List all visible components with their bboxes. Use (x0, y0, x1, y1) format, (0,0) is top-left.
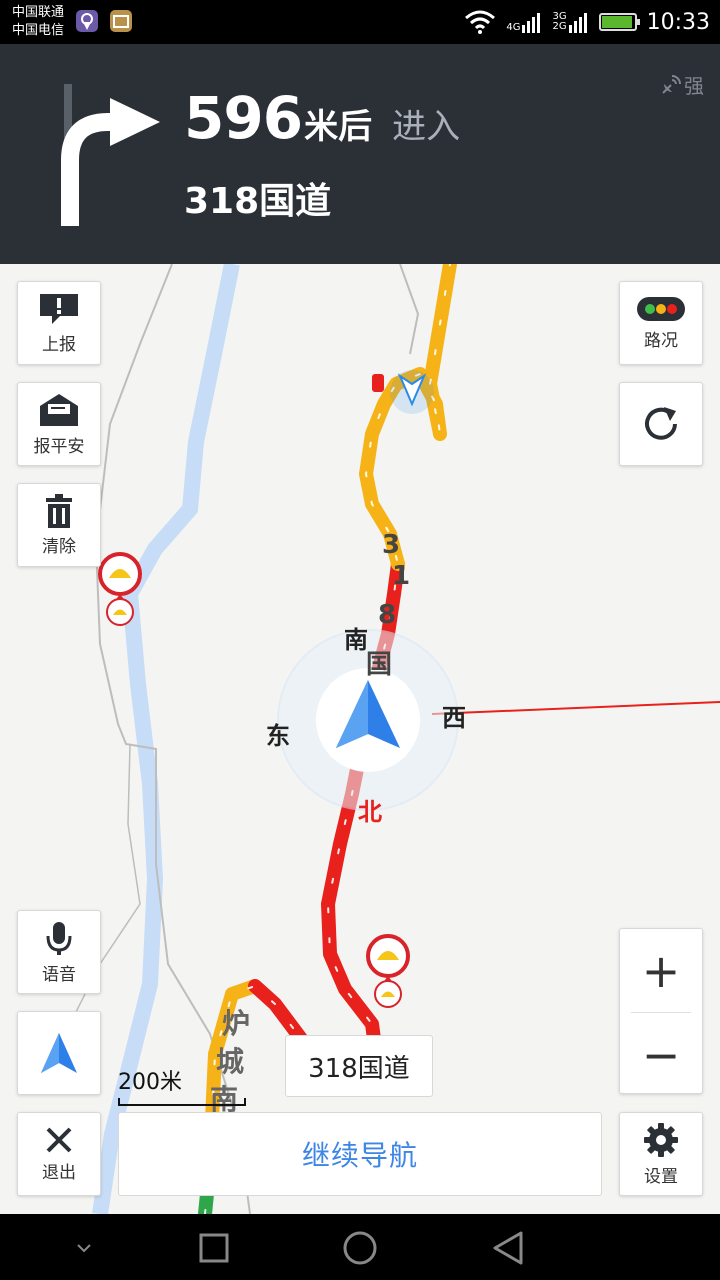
navigation-arrow-icon (41, 1033, 77, 1073)
battery-level (601, 16, 632, 28)
minor-road (399, 264, 420, 355)
minor-road (59, 743, 141, 1045)
report-safe-button[interactable]: 报平安 (17, 382, 101, 466)
battery-icon (598, 13, 640, 31)
location-app-icon (76, 10, 98, 32)
zoom-out-button[interactable]: − (620, 1013, 702, 1096)
network-type-1: 4G (506, 22, 521, 33)
road-text-318-guo: 国 (366, 650, 393, 680)
traffic-button[interactable]: 路况 (619, 281, 703, 365)
continue-navigation-button[interactable]: 继续导航 (118, 1112, 602, 1196)
zoom-control: + − (619, 928, 703, 1094)
network-type-2b: 2G (552, 21, 567, 32)
system-nav-bar (0, 1214, 720, 1280)
settings-button[interactable]: 设置 (619, 1112, 703, 1196)
circle-icon[interactable] (340, 1228, 380, 1268)
scale-bar (118, 1098, 246, 1106)
clock: 10:33 (646, 9, 710, 35)
map-scale: 200米 (118, 1064, 246, 1106)
road-text-318-8: 8 (378, 600, 397, 630)
current-road-label: 318国道 (285, 1035, 433, 1097)
road-text-318-3: 3 (382, 530, 401, 560)
distance-info: 596 米后 进入 (184, 84, 460, 152)
traffic-label: 路况 (644, 330, 678, 351)
signal-2-icon: 3G 2G (552, 11, 588, 33)
back-triangle-icon[interactable] (488, 1228, 528, 1268)
gps-signal-label: 强 (684, 74, 704, 98)
voice-button[interactable]: 语音 (17, 910, 101, 994)
gps-signal: 强 (660, 70, 704, 99)
zoom-in-button[interactable]: + (620, 929, 702, 1012)
exit-button[interactable]: 退出 (17, 1112, 101, 1196)
clear-button[interactable]: 清除 (17, 483, 101, 567)
traffic-light-icon (637, 296, 685, 321)
status-bar: 中国联通 中国电信 4G 3G 2G 10:33 (0, 0, 720, 44)
satellite-icon (662, 74, 681, 94)
voice-label: 语音 (42, 964, 76, 985)
refresh-button[interactable] (619, 382, 703, 466)
distance-value: 596 (184, 84, 303, 152)
envelope-icon (40, 393, 78, 426)
close-icon (46, 1127, 72, 1152)
refresh-icon (645, 407, 677, 440)
action-text: 进入 (392, 107, 461, 147)
square-icon[interactable] (194, 1228, 234, 1268)
clear-label: 清除 (42, 536, 76, 557)
compass-north-label: 北 (358, 798, 382, 826)
locate-button[interactable] (17, 1011, 101, 1095)
carrier-labels: 中国联通 中国电信 (12, 4, 64, 40)
report-button[interactable]: 上报 (17, 281, 101, 365)
gas-station-icon[interactable] (366, 934, 410, 1008)
carrier-1: 中国联通 (12, 5, 65, 20)
gear-icon (644, 1122, 678, 1157)
trash-icon (46, 493, 72, 528)
turn-guidance-panel: 596 米后 进入 318国道 强 (0, 44, 720, 264)
report-label: 上报 (42, 334, 76, 355)
road-text-318-1: 1 (392, 561, 411, 591)
map-view[interactable]: 3 1 8 国 炉 城 南 路 南 东 西 北 上报 报平安 清除 语音 退出 … (0, 264, 720, 1214)
next-road-name: 318国道 (184, 181, 332, 222)
compass-south-label: 南 (344, 626, 368, 654)
calendar-app-icon (110, 10, 132, 32)
signal-1-icon: 4G (506, 11, 542, 33)
wifi-icon (465, 10, 496, 34)
microphone-icon (46, 921, 72, 955)
settings-label: 设置 (644, 1166, 678, 1187)
minor-road (431, 701, 720, 715)
chevron-down-icon[interactable] (64, 1228, 104, 1268)
status-icons: 4G 3G 2G 10:33 (464, 6, 710, 38)
compass-east-label: 东 (266, 722, 290, 750)
report-safe-label: 报平安 (33, 436, 85, 457)
distance-unit: 米后 (304, 107, 373, 147)
turn-right-arrow-icon (61, 84, 160, 226)
compass-west-label: 西 (442, 704, 466, 732)
exit-label: 退出 (42, 1162, 76, 1183)
report-icon (40, 293, 78, 324)
scale-label: 200米 (118, 1070, 182, 1095)
road-text-south-1: 炉 (222, 1007, 251, 1040)
carrier-2: 中国电信 (12, 23, 65, 38)
